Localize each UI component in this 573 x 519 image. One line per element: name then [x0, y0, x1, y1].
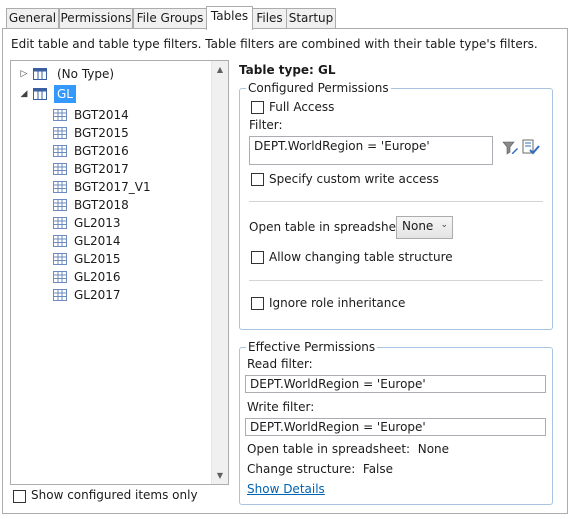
table-icon — [53, 127, 67, 139]
tree-node-table[interactable]: BGT2017 — [19, 160, 199, 178]
allow-changing-structure-label: Allow changing table structure — [269, 250, 453, 264]
chevron-down-icon: ⌄ — [440, 220, 448, 230]
tree-node-label: BGT2014 — [74, 108, 129, 122]
write-filter-label: Write filter: — [247, 400, 315, 414]
expand-arrow-icon[interactable]: ▷ — [19, 65, 29, 83]
table-icon — [53, 145, 67, 157]
read-filter-label: Read filter: — [247, 357, 313, 371]
table-type-tree[interactable]: ▷ (No Type) ◢ GL BGT2014 BGT2015 BGT2016 BG… — [10, 60, 229, 485]
open-table-combo[interactable]: None ⌄ — [396, 216, 453, 239]
show-configured-only-label: Show configured items only — [31, 488, 198, 502]
write-filter-field: DEPT.WorldRegion = 'Europe' — [245, 418, 546, 436]
configured-permissions-legend: Configured Permissions — [246, 81, 391, 95]
separator — [249, 280, 543, 281]
tree-node-label: GL2016 — [74, 270, 121, 284]
table-icon — [53, 199, 67, 211]
table-type-icon — [33, 68, 47, 80]
tree-node-table[interactable]: GL2013 — [19, 214, 199, 232]
tree-node-table[interactable]: GL2017 — [19, 286, 199, 304]
tree-node-label: GL2017 — [74, 288, 121, 302]
tree-node-table[interactable]: BGT2015 — [19, 124, 199, 142]
tab-description: Edit table and table type filters. Table… — [11, 37, 538, 51]
tree-node-label: GL2014 — [74, 234, 121, 248]
tab-file-groups[interactable]: File Groups — [133, 8, 207, 29]
tree-node-label: BGT2018 — [74, 198, 129, 212]
allow-changing-structure-checkbox[interactable] — [251, 251, 264, 264]
tree-node-label: (No Type) — [57, 67, 115, 81]
tree-node-label: GL2015 — [74, 252, 121, 266]
table-icon — [53, 217, 67, 229]
read-filter-field: DEPT.WorldRegion = 'Europe' — [245, 375, 546, 393]
tree-node-table[interactable]: BGT2014 — [19, 106, 199, 124]
custom-write-access-label: Specify custom write access — [269, 172, 439, 186]
tree-node-label: BGT2016 — [74, 144, 129, 158]
tree-node-table[interactable]: GL2016 — [19, 268, 199, 286]
table-icon — [53, 253, 67, 265]
open-table-label: Open table in spreadsheet: — [249, 220, 413, 234]
custom-write-access-checkbox[interactable] — [251, 173, 264, 186]
table-icon — [53, 181, 67, 193]
effective-change-structure-text: Change structure: False — [247, 462, 394, 476]
collapse-arrow-icon[interactable]: ◢ — [19, 85, 29, 103]
configured-permissions-group: Configured Permissions — [239, 81, 553, 330]
tab-startup[interactable]: Startup — [286, 8, 336, 29]
tree-node-label: GL — [54, 85, 76, 103]
table-icon — [53, 109, 67, 121]
table-icon — [53, 271, 67, 283]
tree-node-label: BGT2017_V1 — [74, 180, 151, 194]
tree-node-table[interactable]: BGT2017_V1 — [19, 178, 199, 196]
table-icon — [53, 289, 67, 301]
ignore-role-inheritance-label: Ignore role inheritance — [269, 296, 406, 310]
filter-validate-icon[interactable] — [522, 139, 540, 156]
tree-node-gl[interactable]: ◢ GL — [19, 85, 199, 103]
tree-vertical-scrollbar[interactable]: ▲ ▼ — [211, 61, 228, 484]
separator — [249, 201, 543, 202]
tree-node-label: BGT2015 — [74, 126, 129, 140]
show-details-link[interactable]: Show Details — [247, 482, 325, 496]
scroll-down-icon[interactable]: ▼ — [212, 467, 228, 484]
effective-open-table-text: Open table in spreadsheet: None — [247, 442, 450, 456]
show-configured-only-checkbox[interactable] — [13, 490, 26, 503]
table-type-icon — [33, 88, 47, 100]
table-icon — [53, 163, 67, 175]
tab-tables[interactable]: Tables — [206, 6, 253, 30]
full-access-label: Full Access — [269, 100, 335, 114]
tree-node-label: GL2013 — [74, 216, 121, 230]
tree-node-table[interactable]: GL2015 — [19, 250, 199, 268]
full-access-checkbox[interactable] — [251, 101, 264, 114]
filter-label: Filter: — [249, 118, 283, 132]
open-table-combo-value: None — [402, 219, 434, 233]
effective-permissions-legend: Effective Permissions — [246, 340, 378, 354]
filter-input[interactable]: DEPT.WorldRegion = 'Europe' — [249, 136, 493, 165]
tree-node-label: BGT2017 — [74, 162, 129, 176]
tab-files[interactable]: Files — [252, 8, 287, 29]
table-icon — [53, 235, 67, 247]
tree-node-table[interactable]: BGT2018 — [19, 196, 199, 214]
tree-node-table[interactable]: BGT2016 — [19, 142, 199, 160]
filter-edit-icon[interactable] — [502, 140, 518, 156]
tab-permissions[interactable]: Permissions — [59, 8, 133, 29]
tree-node-table[interactable]: GL2014 — [19, 232, 199, 250]
ignore-role-inheritance-checkbox[interactable] — [251, 297, 264, 310]
tab-general[interactable]: General — [6, 8, 59, 29]
tree-node-no-type[interactable]: ▷ (No Type) — [19, 65, 199, 83]
scroll-up-icon[interactable]: ▲ — [212, 61, 228, 78]
table-type-heading: Table type: GL — [239, 63, 336, 77]
